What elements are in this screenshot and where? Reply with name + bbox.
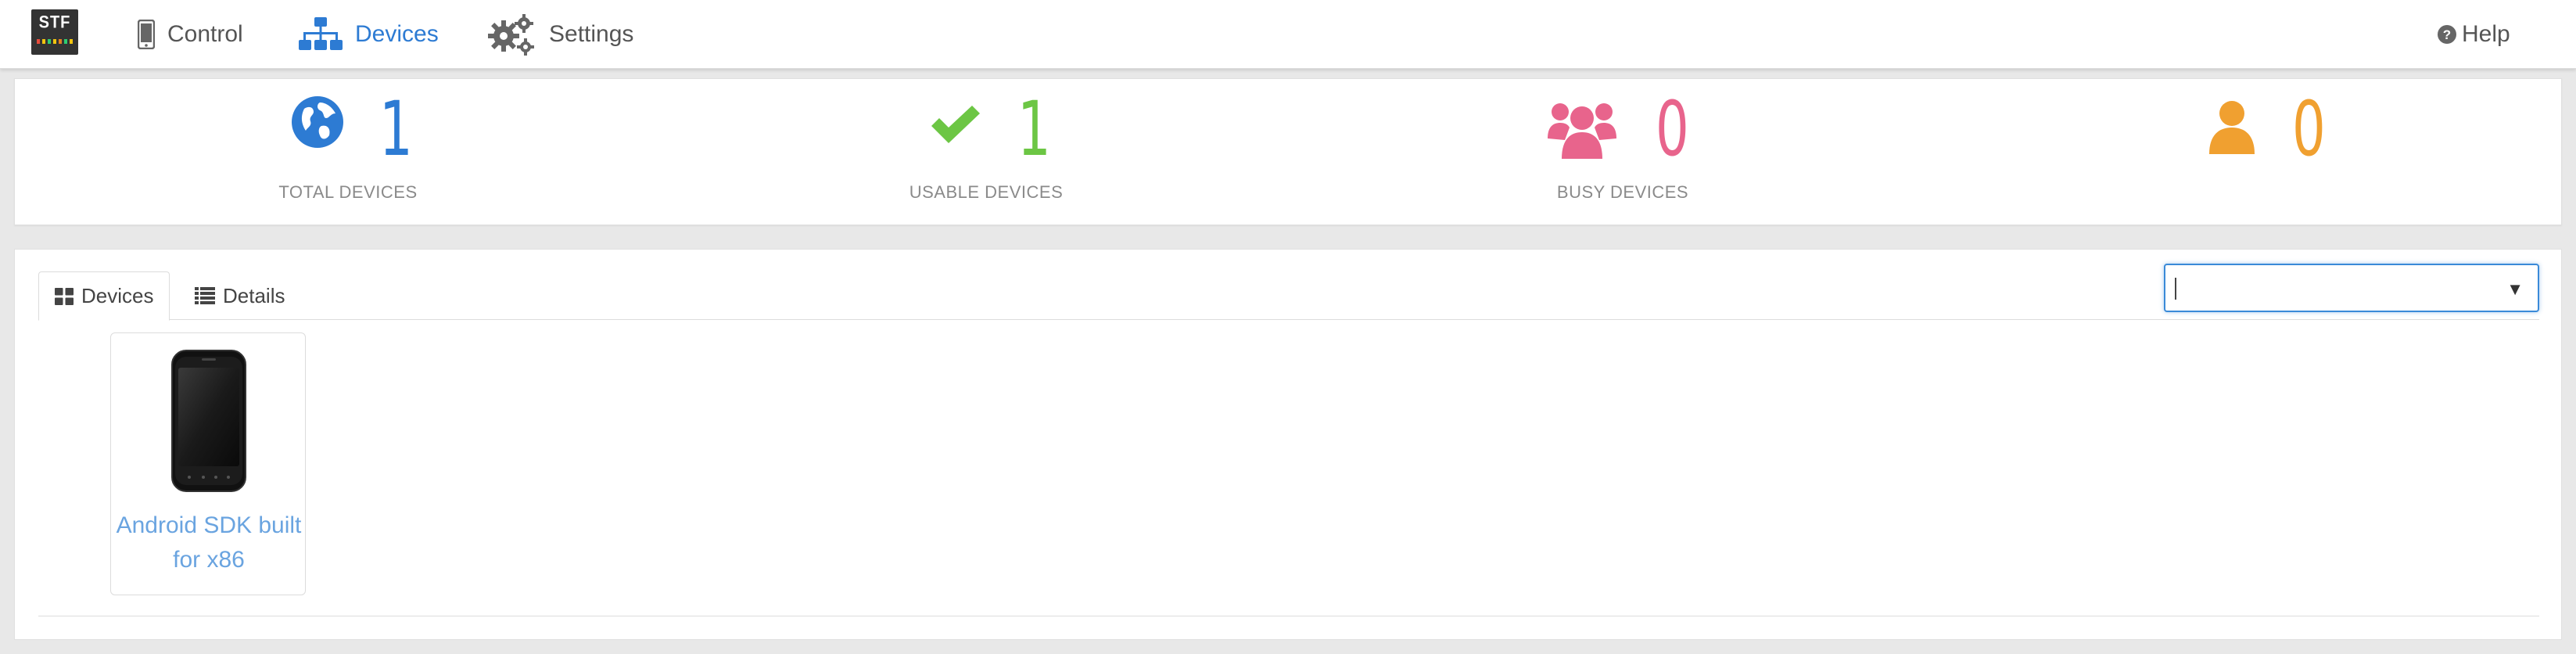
logo-leds [37,39,73,44]
device-card[interactable]: Android SDK built for x86 [110,332,306,595]
gears-icon [486,13,536,56]
svg-text:?: ? [2443,27,2451,42]
nav-settings-label: Settings [549,21,634,47]
tab-devices[interactable]: Devices [38,271,170,321]
mobile-phone-icon [138,20,155,49]
logo-text: STF [38,13,71,33]
stat-my-devices: 0 [2065,79,2456,226]
total-devices-label: TOTAL DEVICES [278,182,418,202]
th-large-icon [55,287,74,305]
nav-control[interactable]: Control [138,0,243,69]
stat-busy-devices: 0 BUSY DEVICES [1427,79,1818,226]
device-stats-panel: 1 TOTAL DEVICES 1 USABLE DEVICES 0 BUSY … [14,78,2562,225]
nav-devices-label: Devices [355,21,439,47]
my-devices-count: 0 [2292,85,2326,173]
top-navbar: STF Control Devices Settings ? Help [0,0,2576,69]
usable-devices-label: USABLE DEVICES [909,182,1064,202]
android-phone-image [170,349,247,497]
sitemap-icon [299,17,343,52]
stat-usable-devices: 1 USABLE DEVICES [791,79,1182,226]
text-cursor [2175,278,2176,300]
nav-devices[interactable]: Devices [299,0,439,69]
device-filter-select[interactable]: ▼ [2164,264,2539,312]
nav-settings[interactable]: Settings [486,0,633,69]
stf-logo[interactable]: STF [31,9,78,55]
busy-devices-label: BUSY DEVICES [1556,182,1689,202]
nav-help-label: Help [2462,21,2510,47]
tab-details-label: Details [223,283,285,307]
dropdown-arrow-icon[interactable]: ▼ [2506,279,2524,300]
stat-total-devices: 1 TOTAL DEVICES [152,79,544,226]
users-icon [1548,98,1616,164]
user-icon [2208,99,2256,160]
question-circle-icon: ? [2437,24,2457,45]
tab-details[interactable]: Details [179,271,300,320]
nav-help[interactable]: ? Help [2437,0,2510,69]
busy-devices-count: 0 [1656,85,1689,173]
globe-icon [290,95,345,153]
total-devices-count: 1 [379,85,413,173]
list-icon [195,287,215,304]
device-name[interactable]: Android SDK built for x86 [111,508,307,577]
tab-devices-label: Devices [81,284,154,307]
nav-control-label: Control [167,21,243,47]
usable-devices-count: 1 [1017,85,1051,173]
check-icon [928,106,983,149]
devices-list-panel: Devices Details ▼ Android SDK built for … [14,249,2562,640]
